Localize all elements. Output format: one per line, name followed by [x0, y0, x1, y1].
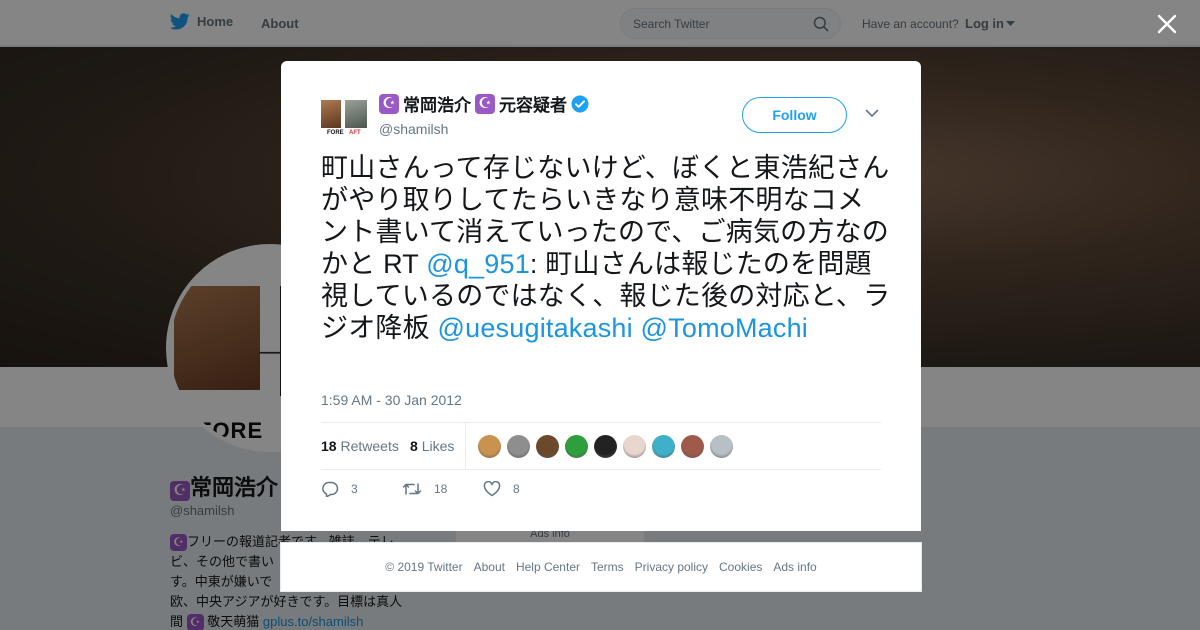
- tweet-timestamp[interactable]: 1:59 AM - 30 Jan 2012: [321, 392, 462, 408]
- footer-links: © 2019 Twitter About Help Center Terms P…: [280, 542, 922, 592]
- moon-badge-icon: ☪: [379, 93, 399, 114]
- chevron-down-icon[interactable]: [865, 109, 879, 118]
- footer-link-privacy[interactable]: Privacy policy: [635, 560, 708, 574]
- mention-link[interactable]: @uesugitakashi: [438, 313, 633, 343]
- mention-link[interactable]: @TomoMachi: [641, 313, 808, 343]
- retweet-icon: [402, 483, 422, 495]
- liker-avatar[interactable]: [594, 435, 617, 458]
- author-avatar[interactable]: FORE AFT: [321, 98, 369, 138]
- retweets-count: 18: [321, 438, 337, 454]
- tweet-text: 町山さんって存じないけど、ぼくと東浩紀さんがやり取りしてたらいきなり意味不明なコ…: [321, 152, 891, 344]
- close-icon[interactable]: [1155, 12, 1179, 36]
- liker-avatar[interactable]: [623, 435, 646, 458]
- author-name-part1: 常岡浩介: [403, 96, 471, 115]
- liker-avatar[interactable]: [652, 435, 675, 458]
- like-button[interactable]: 8: [483, 481, 520, 497]
- likes-stat[interactable]: 8 Likes: [410, 438, 454, 454]
- avatar-label-right: AFT: [349, 130, 361, 136]
- liker-avatar[interactable]: [536, 435, 559, 458]
- liker-avatar[interactable]: [507, 435, 530, 458]
- liker-avatar[interactable]: [565, 435, 588, 458]
- liker-avatar[interactable]: [681, 435, 704, 458]
- moon-badge-icon: ☪: [475, 93, 495, 114]
- footer-link-cookies[interactable]: Cookies: [719, 560, 762, 574]
- likes-label: Likes: [421, 438, 455, 454]
- author-name[interactable]: ☪ 常岡浩介 ☪ 元容疑者: [379, 91, 589, 116]
- footer-link-help-center[interactable]: Help Center: [516, 560, 580, 574]
- liker-avatar[interactable]: [710, 435, 733, 458]
- tweet-modal: FORE AFT ☪ 常岡浩介 ☪ 元容疑者 @shamilsh Follow …: [281, 61, 921, 531]
- avatar-before-photo: [321, 100, 341, 128]
- retweets-label: Retweets: [340, 438, 399, 454]
- mention-link[interactable]: @q_951: [426, 249, 530, 279]
- like-count: 8: [513, 482, 520, 496]
- heart-icon: [483, 481, 501, 497]
- author-handle[interactable]: @shamilsh: [379, 121, 448, 137]
- liker-avatars: [478, 435, 733, 458]
- footer-link-about[interactable]: About: [474, 560, 505, 574]
- reply-count: 3: [351, 482, 358, 496]
- tweet-actions: 3 18 8: [321, 478, 881, 502]
- verified-badge-icon: [571, 95, 589, 112]
- avatar-after-photo: [345, 100, 367, 128]
- stats-divider: [465, 423, 466, 469]
- retweet-count: 18: [434, 482, 448, 496]
- retweets-stat[interactable]: 18 Retweets: [321, 438, 399, 454]
- avatar-label-left: FORE: [327, 130, 344, 136]
- reply-button[interactable]: 3: [321, 481, 358, 497]
- tweet-stats: 18 Retweets 8 Likes: [321, 422, 881, 470]
- footer-link-ads-info[interactable]: Ads info: [773, 560, 816, 574]
- follow-button[interactable]: Follow: [742, 97, 847, 133]
- footer-copyright: © 2019 Twitter: [385, 560, 463, 574]
- retweet-button[interactable]: 18: [402, 481, 447, 497]
- likes-count: 8: [410, 438, 418, 454]
- author-name-part2: 元容疑者: [499, 96, 567, 115]
- footer-link-terms[interactable]: Terms: [591, 560, 624, 574]
- liker-avatar[interactable]: [478, 435, 501, 458]
- reply-icon: [322, 481, 339, 497]
